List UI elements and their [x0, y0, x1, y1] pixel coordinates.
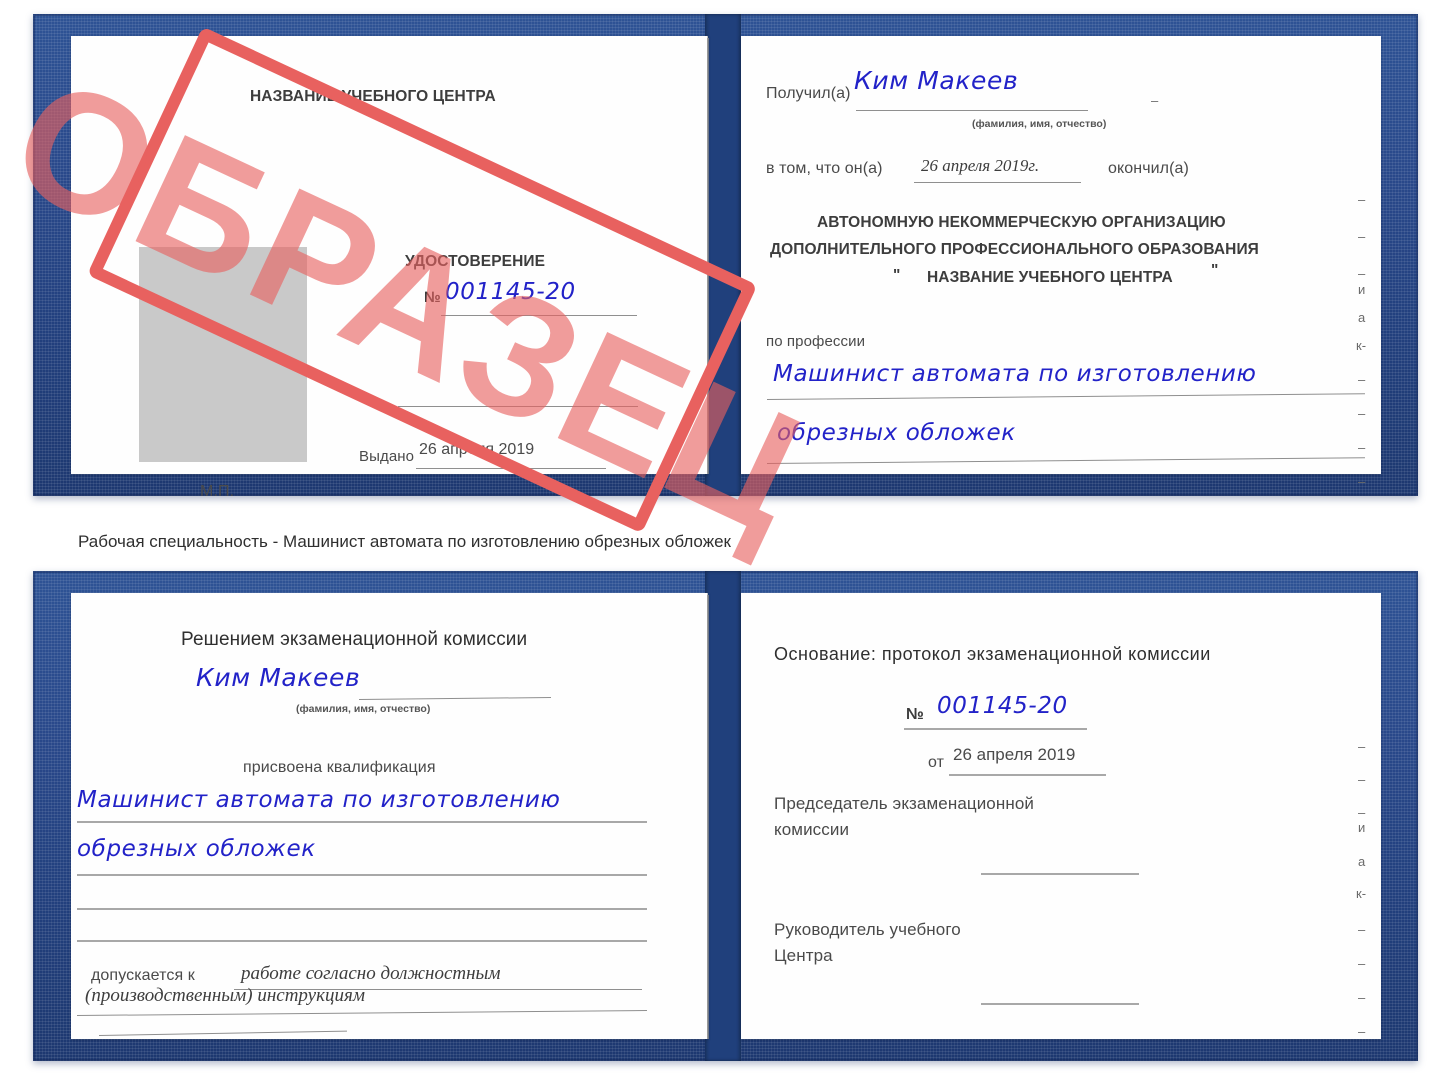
- certificate-1-gutter: [707, 38, 709, 474]
- admitted-line-1: работе согласно должностным: [241, 963, 501, 984]
- edge-char: –: [1358, 372, 1366, 387]
- edge-char: –: [1358, 739, 1366, 754]
- issued-rule: [416, 468, 606, 469]
- edge-char: –: [1358, 956, 1366, 971]
- org-quote-open: ": [893, 267, 901, 284]
- chairman-line-1: Председатель экзаменационной: [774, 794, 1034, 813]
- edge-char: –: [1358, 922, 1366, 937]
- edge-char: к-: [1356, 886, 1367, 901]
- edge-char: –: [1358, 266, 1366, 281]
- edge-char: –: [1358, 474, 1366, 489]
- certificate-1-left-page: НАЗВАНИЕ УЧЕБНОГО ЦЕНТРА УДОСТОВЕРЕНИЕ №…: [71, 36, 708, 500]
- edge-char: –: [1358, 1024, 1366, 1039]
- org-line-1: АВТОНОМНУЮ НЕКОММЕРЧЕСКУЮ ОРГАНИЗАЦИЮ: [817, 214, 1226, 231]
- profession-rule-2: [766, 457, 1365, 464]
- profession-line-2: обрезных обложек: [777, 420, 1016, 446]
- protocol-date-value: 26 апреля 2019: [953, 745, 1076, 764]
- received-rule: [856, 110, 1088, 111]
- qualification-rule-2: [77, 874, 647, 876]
- number-value-left: 001145-20: [445, 279, 576, 305]
- qualification-line-2: обрезных обложек: [77, 836, 316, 862]
- protocol-date-label: от: [928, 754, 945, 771]
- in-that-label: в том, что он(а): [766, 160, 883, 177]
- certificate-1-edge-column: – – – и а к- – – – –: [1356, 54, 1382, 489]
- page-caption: Рабочая специальность - Машинист автомат…: [78, 532, 731, 551]
- edge-char: –: [1358, 192, 1366, 207]
- number-rule-left: [441, 315, 637, 316]
- certificate-1: НАЗВАНИЕ УЧЕБНОГО ЦЕНТРА УДОСТОВЕРЕНИЕ №…: [33, 14, 1418, 500]
- admitted-line-2: (производственным) инструкциям: [85, 985, 365, 1006]
- profession-label: по профессии: [766, 333, 866, 350]
- in-that-rule: [914, 182, 1081, 183]
- examinee-name-rule: [358, 696, 551, 700]
- admitted-rule-3: [98, 1030, 347, 1036]
- profession-rule-1: [766, 393, 1365, 400]
- org-quote-close: ": [1211, 262, 1219, 279]
- chairman-line-2: комиссии: [774, 820, 850, 839]
- edge-char: –: [1358, 229, 1366, 244]
- blank-rule-2b: [77, 940, 647, 942]
- profession-line-1: Машинист автомата по изготовлению: [773, 361, 1257, 387]
- admitted-label: допускается к: [91, 967, 195, 984]
- examinee-name: Ким Макеев: [196, 663, 361, 692]
- issued-label: Выдано: [359, 448, 415, 465]
- protocol-number-value: 001145-20: [937, 693, 1068, 719]
- edge-char: –: [1358, 990, 1366, 1005]
- org-line-2: ДОПОЛНИТЕЛЬНОГО ПРОФЕССИОНАЛЬНОГО ОБРАЗО…: [770, 241, 1259, 258]
- certificate-2-left-page: Решением экзаменационной комиссии Ким Ма…: [71, 593, 708, 1039]
- edge-dash-top: –: [1151, 93, 1159, 108]
- org-title-left: НАЗВАНИЕ УЧЕБНОГО ЦЕНТРА: [250, 88, 496, 105]
- qualification-label: присвоена квалификация: [243, 759, 436, 776]
- org-line-3: НАЗВАНИЕ УЧЕБНОГО ЦЕНТРА: [927, 269, 1173, 286]
- blank-rule-left: [398, 406, 638, 407]
- basis-label: Основание: протокол экзаменационной коми…: [774, 644, 1211, 664]
- edge-char: –: [1358, 805, 1366, 820]
- protocol-number-label: №: [906, 706, 924, 723]
- protocol-date-rule: [949, 774, 1106, 776]
- edge-char: к-: [1356, 338, 1367, 353]
- decision-title: Решением экзаменационной комиссии: [181, 629, 528, 650]
- document-title: УДОСТОВЕРЕНИЕ: [405, 253, 546, 270]
- qualification-rule-1: [77, 821, 647, 823]
- edge-char: и: [1358, 820, 1366, 835]
- certificate-2-right-page: Основание: протокол экзаменационной коми…: [741, 593, 1381, 1039]
- certificate-2-edge-column: – – – и а к- – – – –: [1356, 611, 1382, 1039]
- issued-value: 26 апреля 2019: [419, 441, 535, 458]
- edge-char: а: [1358, 854, 1366, 869]
- photo-placeholder: [139, 247, 307, 462]
- finished-label: окончил(а): [1108, 160, 1189, 177]
- certificate-2: Решением экзаменационной комиссии Ким Ма…: [33, 571, 1418, 1061]
- protocol-number-rule: [904, 728, 1087, 730]
- head-signature-rule: [981, 1003, 1139, 1005]
- edge-char: –: [1358, 440, 1366, 455]
- chairman-signature-rule: [981, 873, 1139, 875]
- certificate-1-spine: [705, 14, 741, 496]
- edge-char: а: [1358, 310, 1366, 325]
- number-label-left: №: [424, 289, 441, 306]
- admitted-rule-2: [76, 1010, 647, 1016]
- received-value: Ким Макеев: [854, 66, 1019, 95]
- certificate-2-gutter: [707, 595, 709, 1039]
- received-label: Получил(а): [766, 85, 851, 102]
- head-line-1: Руководитель учебного: [774, 920, 961, 939]
- certificate-1-right-page: Получил(а) Ким Макеев (фамилия, имя, отч…: [741, 36, 1381, 474]
- name-hint-2: (фамилия, имя, отчество): [296, 703, 431, 715]
- qualification-line-1: Машинист автомата по изготовлению: [77, 787, 561, 813]
- in-that-value: 26 апреля 2019г.: [921, 156, 1040, 175]
- edge-char: и: [1358, 282, 1366, 297]
- head-line-2: Центра: [774, 946, 833, 965]
- certificate-2-spine: [705, 571, 741, 1061]
- edge-char: –: [1358, 772, 1366, 787]
- blank-rule-2a: [77, 908, 647, 910]
- edge-char: –: [1358, 406, 1366, 421]
- seal-label: М.П.: [200, 483, 235, 500]
- name-hint-1: (фамилия, имя, отчество): [972, 118, 1107, 130]
